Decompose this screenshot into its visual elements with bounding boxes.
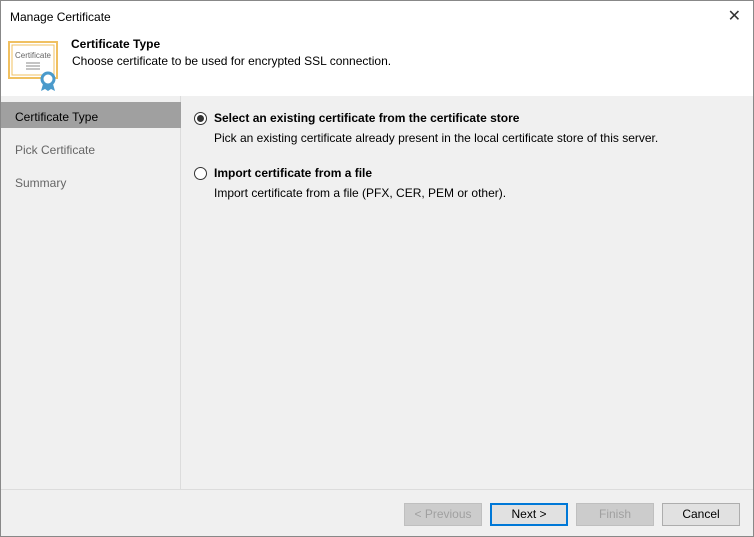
- step-certificate-type[interactable]: Certificate Type: [1, 102, 181, 128]
- svg-text:Certificate: Certificate: [15, 51, 52, 60]
- wizard-steps: Certificate Type Pick Certificate Summar…: [1, 96, 181, 489]
- previous-button[interactable]: < Previous: [404, 503, 482, 526]
- window-title: Manage Certificate: [10, 10, 111, 24]
- certificate-icon: Certificate: [8, 41, 58, 91]
- cancel-button[interactable]: Cancel: [662, 503, 740, 526]
- manage-certificate-dialog: Manage Certificate ✕ Certificate Certifi…: [0, 0, 754, 537]
- button-bar: < Previous Next > Finish Cancel: [1, 489, 753, 537]
- page-title: Certificate Type: [71, 37, 161, 51]
- next-button[interactable]: Next >: [490, 503, 568, 526]
- content-panel: Select an existing certificate from the …: [182, 96, 753, 489]
- close-icon[interactable]: ✕: [728, 6, 741, 26]
- finish-button[interactable]: Finish: [576, 503, 654, 526]
- option-description: Pick an existing certificate already pre…: [214, 131, 659, 145]
- wizard-header: Certificate Certificate Type Choose cert…: [1, 31, 753, 96]
- radio-existing-certificate[interactable]: [194, 112, 207, 125]
- step-pick-certificate[interactable]: Pick Certificate: [1, 135, 181, 161]
- page-description: Choose certificate to be used for encryp…: [72, 54, 392, 68]
- title-bar: Manage Certificate ✕: [1, 1, 753, 31]
- step-summary[interactable]: Summary: [1, 168, 181, 194]
- option-label[interactable]: Import certificate from a file: [214, 166, 372, 180]
- option-label[interactable]: Select an existing certificate from the …: [214, 111, 519, 125]
- radio-import-file[interactable]: [194, 167, 207, 180]
- option-description: Import certificate from a file (PFX, CER…: [214, 186, 507, 200]
